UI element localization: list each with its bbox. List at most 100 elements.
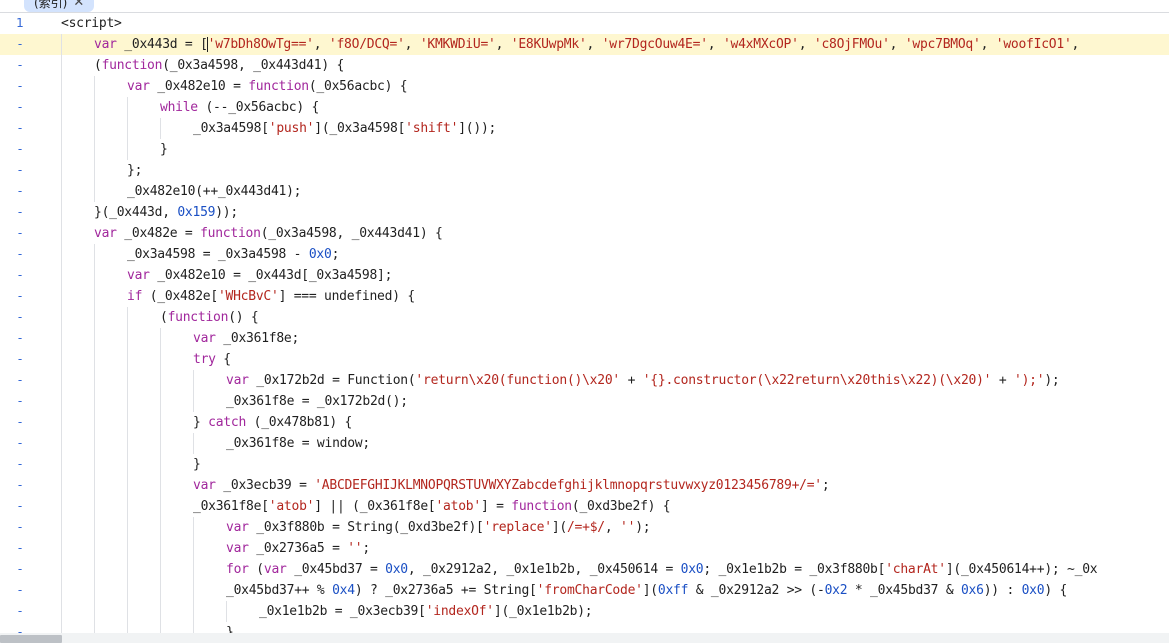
line-number[interactable]: -	[0, 559, 40, 580]
code-text: _0x361f8e['atob'] || (_0x361f8e['atob'] …	[193, 496, 671, 517]
code-token: );	[635, 520, 651, 535]
code-line[interactable]: - _0x3a4598 = _0x3a4598 - 0x0;	[0, 244, 1169, 265]
line-number[interactable]: -	[0, 118, 40, 139]
close-icon[interactable]: ✕	[73, 0, 84, 9]
line-number[interactable]: -	[0, 622, 40, 633]
code-line[interactable]: - try {	[0, 349, 1169, 370]
line-number[interactable]: -	[0, 517, 40, 538]
indent-guide	[61, 181, 62, 202]
line-number[interactable]: -	[0, 412, 40, 433]
code-line[interactable]: - _0x45bd37++ % 0x4) ? _0x2736a5 += Strin…	[0, 580, 1169, 601]
code-line[interactable]: - if (_0x482e['WHcBvC'] === undefined) {	[0, 286, 1169, 307]
horizontal-scrollbar[interactable]	[0, 633, 1169, 643]
code-token: ](_0x1e1b2b);	[493, 604, 593, 619]
code-line[interactable]: -}	[0, 139, 1169, 160]
code-token: ;	[821, 478, 830, 493]
code-editor[interactable]: 1 <script> - var _0x443d = ['w7bDh8OwTg==',…	[0, 13, 1169, 633]
line-number[interactable]: -	[0, 433, 40, 454]
code-token: ) {	[1044, 583, 1068, 598]
code-token: +	[991, 373, 1014, 388]
code-line[interactable]: 1 <script>	[0, 13, 1169, 34]
code-line[interactable]: - _0x361f8e = window;	[0, 433, 1169, 454]
code-line[interactable]: - _0x1e1b2b = _0x3ecb39['indexOf'](_0x1e1…	[0, 601, 1169, 622]
code-line[interactable]: -}(_0x443d, 0x159));	[0, 202, 1169, 223]
code-line[interactable]: - _0x361f8e = _0x172b2d();	[0, 391, 1169, 412]
indent-guide	[94, 244, 95, 265]
line-number[interactable]: -	[0, 391, 40, 412]
code-token: 'c8OjFMOu'	[813, 37, 890, 52]
code-line[interactable]: - (function() {	[0, 307, 1169, 328]
line-number[interactable]: -	[0, 97, 40, 118]
code-line[interactable]: - (function(_0x3a4598, _0x443d41) {	[0, 55, 1169, 76]
line-number[interactable]: -	[0, 580, 40, 601]
indent-guide	[94, 286, 95, 307]
line-number[interactable]: -	[0, 223, 40, 244]
code-line[interactable]: - var _0x361f8e;	[0, 328, 1169, 349]
code-token: (--_0x56acbc) {	[197, 100, 320, 115]
code-line[interactable]: - _0x361f8e['atob'] || (_0x361f8e['atob']…	[0, 496, 1169, 517]
line-number[interactable]: -	[0, 475, 40, 496]
code-line[interactable]: -} catch (_0x478b81) {	[0, 412, 1169, 433]
indent-guide	[127, 433, 128, 454]
tab-index[interactable]: (索引) ✕	[24, 0, 95, 12]
code-token: /=+$/	[566, 520, 605, 535]
code-line[interactable]: - var _0x3ecb39 = 'ABCDEFGHIJKLMNOPQRSTUV…	[0, 475, 1169, 496]
code-text: if (_0x482e['WHcBvC'] === undefined) {	[127, 286, 415, 307]
scrollbar-thumb[interactable]	[0, 635, 62, 643]
line-number[interactable]: -	[0, 538, 40, 559]
indent-guide	[61, 97, 62, 118]
line-number[interactable]: -	[0, 160, 40, 181]
code-line[interactable]: - while (--_0x56acbc) {	[0, 97, 1169, 118]
line-number[interactable]: -	[0, 181, 40, 202]
line-number[interactable]: -	[0, 370, 40, 391]
line-number[interactable]: -	[0, 139, 40, 160]
line-number[interactable]: -	[0, 55, 40, 76]
code-line[interactable]: - var _0x482e = function(_0x3a4598, _0x44…	[0, 223, 1169, 244]
code-line[interactable]: -}	[0, 622, 1169, 633]
line-number[interactable]: -	[0, 244, 40, 265]
code-line[interactable]: - var _0x482e10 = function(_0x56acbc) {	[0, 76, 1169, 97]
code-line[interactable]: - var _0x443d = ['w7bDh8OwTg==', 'f8O/DCQ…	[0, 34, 1169, 55]
code-token: _0x361f8e = _0x172b2d();	[226, 394, 408, 409]
indent-guide	[61, 538, 62, 559]
line-number[interactable]: -	[0, 454, 40, 475]
code-token: ,	[707, 37, 723, 52]
code-text: while (--_0x56acbc) {	[160, 97, 319, 118]
line-number[interactable]: -	[0, 601, 40, 622]
code-line[interactable]: - var _0x3f880b = String(_0xd3be2f)['repl…	[0, 517, 1169, 538]
code-line[interactable]: - _0x482e10(++_0x443d41);	[0, 181, 1169, 202]
code-line[interactable]: -};	[0, 160, 1169, 181]
code-text: for (var _0x45bd37 = 0x0, _0x2912a2, _0x…	[226, 559, 1098, 580]
code-line[interactable]: - var _0x172b2d = Function('return\x20(fu…	[0, 370, 1169, 391]
indent-guide	[94, 391, 95, 412]
code-token: _0x482e10 = _0x443d[_0x3a4598];	[149, 268, 393, 283]
code-token: function	[248, 79, 309, 94]
line-number[interactable]: -	[0, 307, 40, 328]
line-number[interactable]: -	[0, 76, 40, 97]
line-number[interactable]: -	[0, 286, 40, 307]
code-token: var	[193, 478, 216, 493]
line-number[interactable]: -	[0, 349, 40, 370]
line-number[interactable]: -	[0, 202, 40, 223]
code-line[interactable]: -}	[0, 454, 1169, 475]
code-line[interactable]: - var _0x482e10 = _0x443d[_0x3a4598];	[0, 265, 1169, 286]
indent-guide	[160, 517, 161, 538]
indent-guide	[127, 391, 128, 412]
code-token: +	[620, 373, 643, 388]
line-number[interactable]: -	[0, 328, 40, 349]
line-number[interactable]: -	[0, 496, 40, 517]
code-line[interactable]: - _0x3a4598['push'](_0x3a4598['shift']())…	[0, 118, 1169, 139]
line-number[interactable]: 1	[0, 13, 40, 34]
code-line[interactable]: - for (var _0x45bd37 = 0x0, _0x2912a2, _0…	[0, 559, 1169, 580]
code-token: 'w7bDh8OwTg=='	[207, 37, 314, 52]
code-token: var	[193, 331, 216, 346]
code-line[interactable]: - var _0x2736a5 = '';	[0, 538, 1169, 559]
code-token: };	[127, 163, 143, 178]
line-number[interactable]: -	[0, 34, 40, 55]
line-number[interactable]: -	[0, 265, 40, 286]
indent-guide	[61, 517, 62, 538]
indent-guide	[193, 391, 194, 412]
indent-guide	[127, 118, 128, 139]
indent-guide	[127, 370, 128, 391]
indent-guide	[61, 349, 62, 370]
